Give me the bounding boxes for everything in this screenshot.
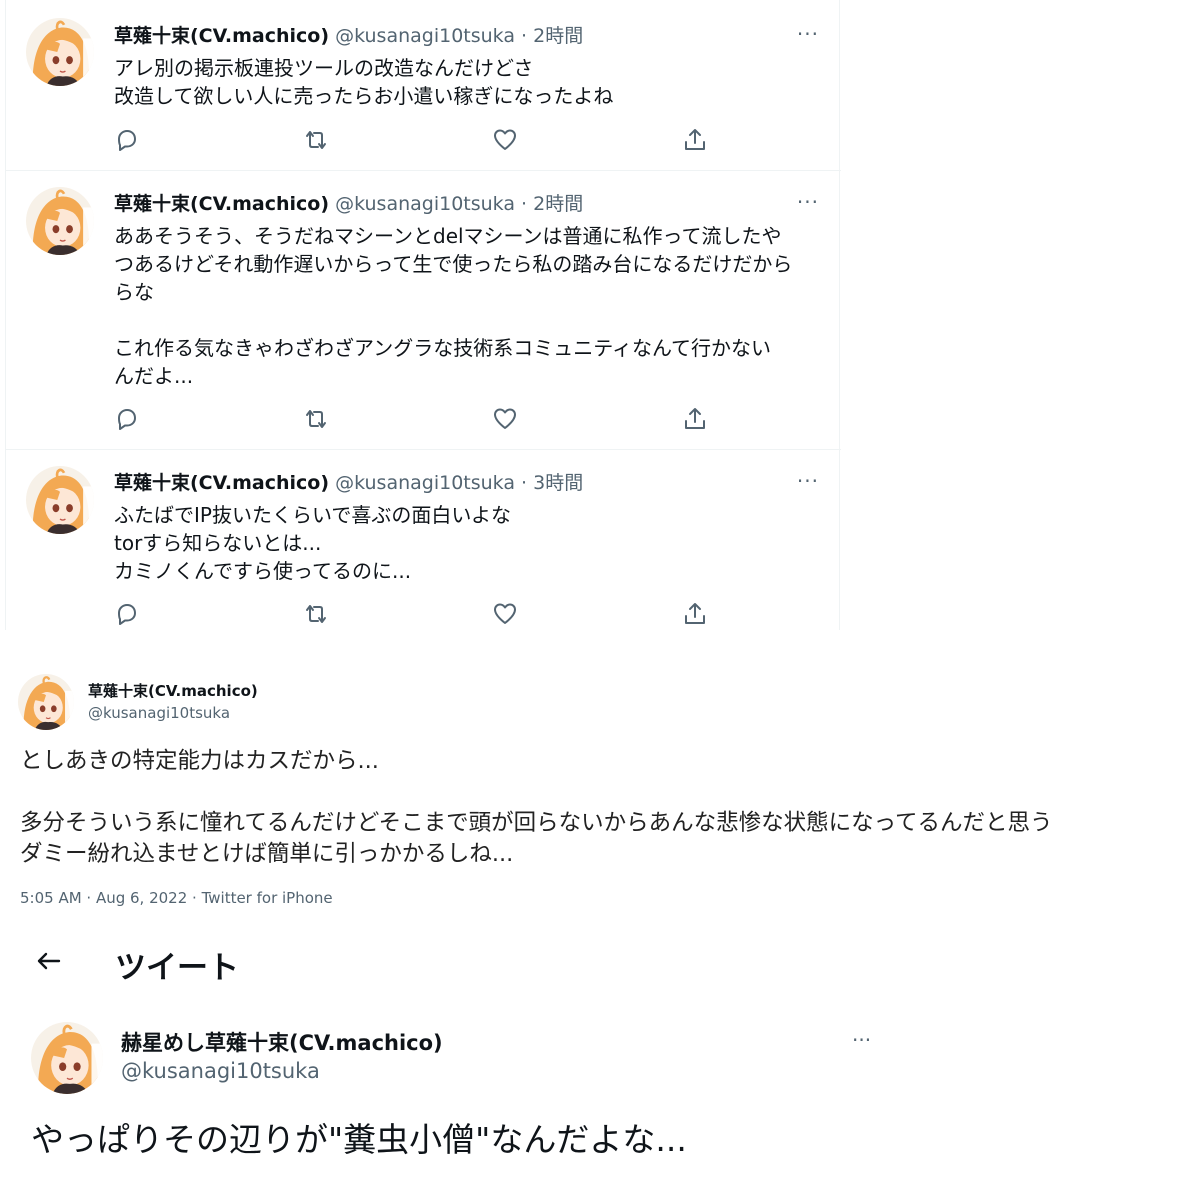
more-options-icon[interactable]: ··· xyxy=(852,1028,871,1052)
timeline: 草薙十束(CV.machico) @kusanagi10tsuka · 2時間 … xyxy=(5,0,841,630)
tweet-timestamp[interactable]: 5:05 AM · Aug 6, 2022 · Twitter for iPho… xyxy=(20,889,333,907)
tweet-text: アレ別の掲示板連投ツールの改造なんだけどさ 改造して欲しい人に売ったらお小遣い稼… xyxy=(114,56,614,108)
page-title: ツイート xyxy=(115,950,239,986)
tweet-detail: 草薙十束(CV.machico) @kusanagi10tsuka としあきの特… xyxy=(0,632,1184,920)
timestamp[interactable]: · 3時間 xyxy=(521,472,583,494)
reply-icon[interactable] xyxy=(114,406,140,432)
display-name[interactable]: 草薙十束(CV.machico) xyxy=(114,25,329,47)
share-icon[interactable] xyxy=(682,406,708,432)
tweet-page: ツイート 赫星めし草薙十束(CV.machico) @kusanagi10tsu… xyxy=(5,924,915,1184)
tweet-text: としあきの特定能力はカスだから... 多分そういう系に憧れてるんだけどそこまで頭… xyxy=(20,748,1053,867)
share-icon[interactable] xyxy=(682,127,708,153)
username[interactable]: @kusanagi10tsuka xyxy=(335,25,515,47)
tweet[interactable]: 草薙十束(CV.machico) @kusanagi10tsuka · 2時間 … xyxy=(6,171,841,450)
tweet[interactable]: 草薙十束(CV.machico) @kusanagi10tsuka · 2時間 … xyxy=(6,0,841,171)
tweet[interactable]: 草薙十束(CV.machico) @kusanagi10tsuka · 3時間 … xyxy=(6,450,841,630)
tweet-actions xyxy=(114,127,714,153)
username[interactable]: @kusanagi10tsuka xyxy=(335,472,515,494)
tweet-header: 草薙十束(CV.machico) @kusanagi10tsuka · 2時間 xyxy=(114,24,583,48)
display-name[interactable]: 草薙十束(CV.machico) xyxy=(114,193,329,215)
reply-icon[interactable] xyxy=(114,127,140,153)
tweet-actions xyxy=(114,406,714,432)
retweet-icon[interactable] xyxy=(303,127,329,153)
timestamp[interactable]: · 2時間 xyxy=(521,193,583,215)
avatar[interactable] xyxy=(26,466,94,534)
tweet-header: 草薙十束(CV.machico) @kusanagi10tsuka · 3時間 xyxy=(114,471,583,495)
share-icon[interactable] xyxy=(682,601,708,627)
avatar[interactable] xyxy=(26,187,94,255)
more-options-icon[interactable]: ··· xyxy=(797,190,819,214)
avatar[interactable] xyxy=(18,674,74,730)
tweet-header: 草薙十束(CV.machico) @kusanagi10tsuka · 2時間 xyxy=(114,192,583,216)
display-name[interactable]: 草薙十束(CV.machico) xyxy=(114,472,329,494)
username[interactable]: @kusanagi10tsuka xyxy=(335,193,515,215)
display-name[interactable]: 草薙十束(CV.machico) xyxy=(88,680,258,701)
like-icon[interactable] xyxy=(492,601,518,627)
like-icon[interactable] xyxy=(492,127,518,153)
username[interactable]: @kusanagi10tsuka xyxy=(121,1059,320,1083)
avatar[interactable] xyxy=(26,18,94,86)
timestamp[interactable]: · 2時間 xyxy=(521,25,583,47)
more-options-icon[interactable]: ··· xyxy=(797,469,819,493)
retweet-icon[interactable] xyxy=(303,601,329,627)
avatar[interactable] xyxy=(31,1022,103,1094)
more-options-icon[interactable]: ··· xyxy=(797,22,819,46)
back-arrow-icon[interactable] xyxy=(33,946,63,976)
retweet-icon[interactable] xyxy=(303,406,329,432)
display-name[interactable]: 赫星めし草薙十束(CV.machico) xyxy=(121,1027,443,1057)
tweet-text: やっぱりその辺りが"糞虫小僧"なんだよな... xyxy=(31,1120,687,1159)
username[interactable]: @kusanagi10tsuka xyxy=(88,704,230,722)
tweet-actions xyxy=(114,601,714,627)
tweet-text: ああそうそう、そうだねマシーンとdelマシーンは普通に私作って流したや つあるけ… xyxy=(114,224,793,388)
reply-icon[interactable] xyxy=(114,601,140,627)
tweet-text: ふたばでIP抜いたくらいで喜ぶの面白いよな torすら知らないとは... カミノ… xyxy=(114,503,511,583)
like-icon[interactable] xyxy=(492,406,518,432)
